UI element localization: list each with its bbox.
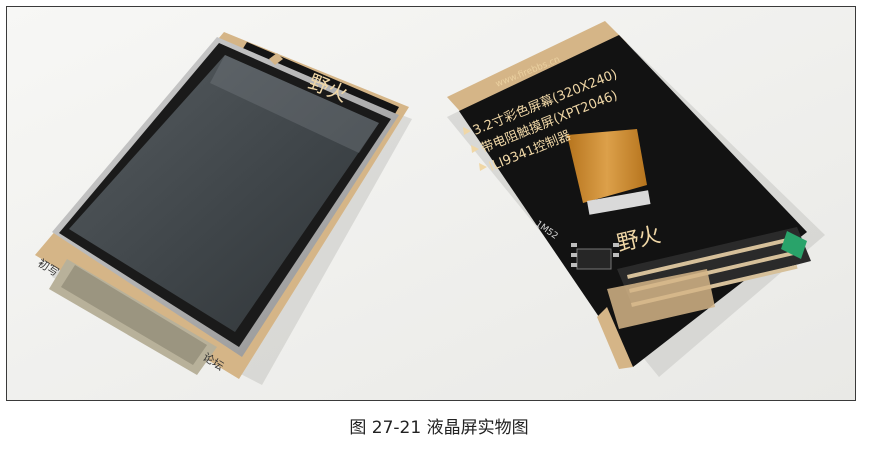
product-photo: 野火 初写 论坛 www.firebbs.cn 3.2寸彩色屏幕(320X240… xyxy=(6,6,856,401)
figure-caption: 图 27-21 液晶屏实物图 xyxy=(349,418,529,438)
